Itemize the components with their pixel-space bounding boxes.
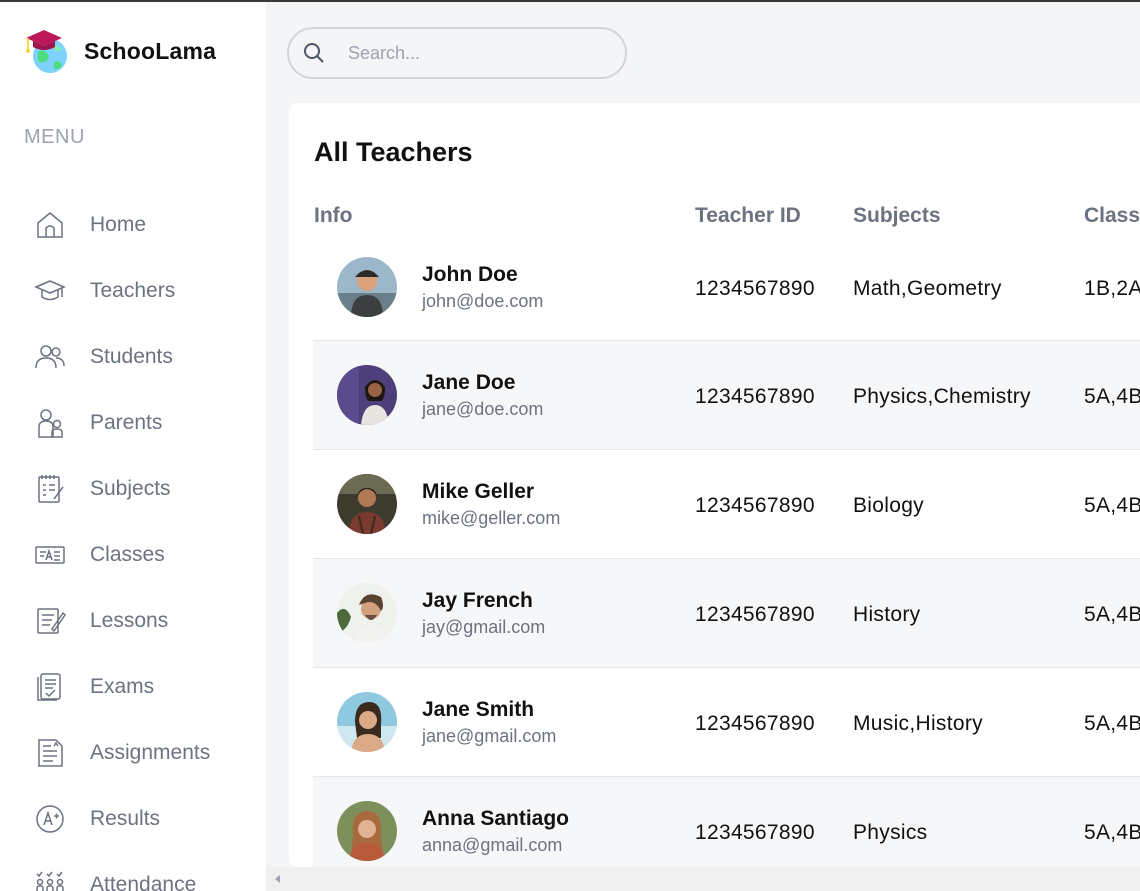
- classes-cell: 5A,4B: [1084, 385, 1140, 408]
- avatar: [337, 583, 397, 643]
- subjects-cell: Physics: [853, 821, 928, 844]
- column-header-teacher-id: Teacher ID: [695, 204, 801, 227]
- teacher-id-cell: 1234567890: [695, 494, 815, 517]
- sidebar-item-home[interactable]: Home: [34, 192, 254, 258]
- teacher-email: mike@geller.com: [422, 508, 561, 528]
- sidebar-item-classes[interactable]: Classes: [34, 522, 254, 588]
- students-icon: [34, 341, 66, 373]
- avatar: [337, 257, 397, 317]
- sidebar-item-label: Lessons: [90, 609, 169, 632]
- sidebar-item-lessons[interactable]: Lessons: [34, 588, 254, 654]
- teacher-id-cell: 1234567890: [695, 603, 815, 626]
- sidebar: SchooLama MENU Home Teachers Students Pa…: [0, 2, 266, 891]
- subjects-cell: Math,Geometry: [853, 277, 1002, 300]
- sidebar-item-label: Subjects: [90, 477, 171, 500]
- classes-cell: 5A,4B: [1084, 494, 1140, 517]
- sidebar-nav: Home Teachers Students Parents Subjects: [34, 192, 254, 891]
- sidebar-item-parents[interactable]: Parents: [34, 390, 254, 456]
- sidebar-item-label: Results: [90, 807, 161, 830]
- classes-cell: 5A,4B: [1084, 821, 1140, 844]
- teacher-email: jane@gmail.com: [422, 726, 557, 746]
- subjects-icon: [34, 473, 66, 505]
- table-row[interactable]: Mike Geller mike@geller.com 1234567890 B…: [313, 450, 1140, 559]
- teacher-email: john@doe.com: [422, 291, 544, 311]
- subjects-cell: Biology: [853, 494, 924, 517]
- teacher-name: Jane Smith: [422, 698, 535, 721]
- table-row[interactable]: Jay French jay@gmail.com 1234567890 Hist…: [313, 559, 1140, 668]
- sidebar-item-label: Students: [90, 345, 173, 368]
- logo[interactable]: SchooLama: [24, 26, 216, 76]
- search-input[interactable]: [348, 42, 608, 64]
- teacher-id-cell: 1234567890: [695, 385, 815, 408]
- teacher-name: John Doe: [422, 263, 518, 286]
- search-icon: [304, 43, 324, 63]
- table-row[interactable]: Jane Doe jane@doe.com 1234567890 Physics…: [313, 341, 1140, 450]
- search-bar[interactable]: [287, 27, 627, 79]
- sidebar-item-label: Exams: [90, 675, 155, 698]
- classes-icon: [34, 539, 66, 571]
- classes-cell: 5A,4B: [1084, 603, 1140, 626]
- sidebar-item-label: Assignments: [90, 741, 211, 764]
- sidebar-item-label: Parents: [90, 411, 163, 434]
- teacher-id-cell: 1234567890: [695, 712, 815, 735]
- page-title: All Teachers: [314, 137, 473, 167]
- lessons-icon: [34, 605, 66, 637]
- classes-cell: 5A,4B: [1084, 712, 1140, 735]
- sidebar-item-students[interactable]: Students: [34, 324, 254, 390]
- sidebar-item-assignments[interactable]: Assignments: [34, 720, 254, 786]
- sidebar-item-results[interactable]: Results: [34, 786, 254, 852]
- menu-label: MENU: [24, 126, 85, 148]
- teacher-email: jay@gmail.com: [422, 617, 546, 637]
- teachers-table: John Doe john@doe.com 1234567890 Math,Ge…: [313, 233, 1140, 886]
- teachers-card: All Teachers Info Teacher ID Subjects Cl…: [289, 103, 1140, 886]
- sidebar-item-teachers[interactable]: Teachers: [34, 258, 254, 324]
- classes-cell: 1B,2A: [1084, 277, 1140, 300]
- home-icon: [34, 209, 66, 241]
- app-name: SchooLama: [84, 37, 217, 64]
- avatar: [337, 474, 397, 534]
- teacher-id-cell: 1234567890: [695, 277, 815, 300]
- assignments-icon: [34, 737, 66, 769]
- teacher-name: Jay French: [422, 589, 533, 612]
- scroll-left-icon[interactable]: [272, 873, 284, 885]
- teacher-name: Jane Doe: [422, 371, 516, 394]
- results-icon: [34, 803, 66, 835]
- avatar: [337, 692, 397, 752]
- teacher-name: Anna Santiago: [422, 807, 570, 830]
- teacher-email: jane@doe.com: [422, 399, 544, 419]
- subjects-cell: Music,History: [853, 712, 983, 735]
- attendance-icon: [34, 869, 66, 891]
- teacher-name: Mike Geller: [422, 480, 535, 503]
- sidebar-item-attendance[interactable]: Attendance: [34, 852, 254, 891]
- sidebar-item-label: Teachers: [90, 279, 176, 302]
- sidebar-item-label: Attendance: [90, 873, 197, 891]
- teacher-id-cell: 1234567890: [695, 821, 815, 844]
- subjects-cell: Physics,Chemistry: [853, 385, 1031, 408]
- avatar: [337, 365, 397, 425]
- horizontal-scrollbar[interactable]: [266, 867, 1140, 891]
- sidebar-item-label: Classes: [90, 543, 165, 566]
- teacher-email: anna@gmail.com: [422, 835, 563, 855]
- sidebar-item-subjects[interactable]: Subjects: [34, 456, 254, 522]
- sidebar-item-exams[interactable]: Exams: [34, 654, 254, 720]
- logo-icon: [26, 30, 67, 73]
- sidebar-item-label: Home: [90, 213, 147, 236]
- subjects-cell: History: [853, 603, 921, 626]
- column-header-classes: Class: [1084, 204, 1140, 227]
- exams-icon: [34, 671, 66, 703]
- graduation-cap-icon: [34, 275, 66, 307]
- avatar: [337, 801, 397, 861]
- table-row[interactable]: Jane Smith jane@gmail.com 1234567890 Mus…: [313, 668, 1140, 777]
- parents-icon: [34, 407, 66, 439]
- column-header-info: Info: [314, 204, 353, 227]
- column-header-subjects: Subjects: [853, 204, 941, 227]
- table-row[interactable]: John Doe john@doe.com 1234567890 Math,Ge…: [313, 233, 1140, 341]
